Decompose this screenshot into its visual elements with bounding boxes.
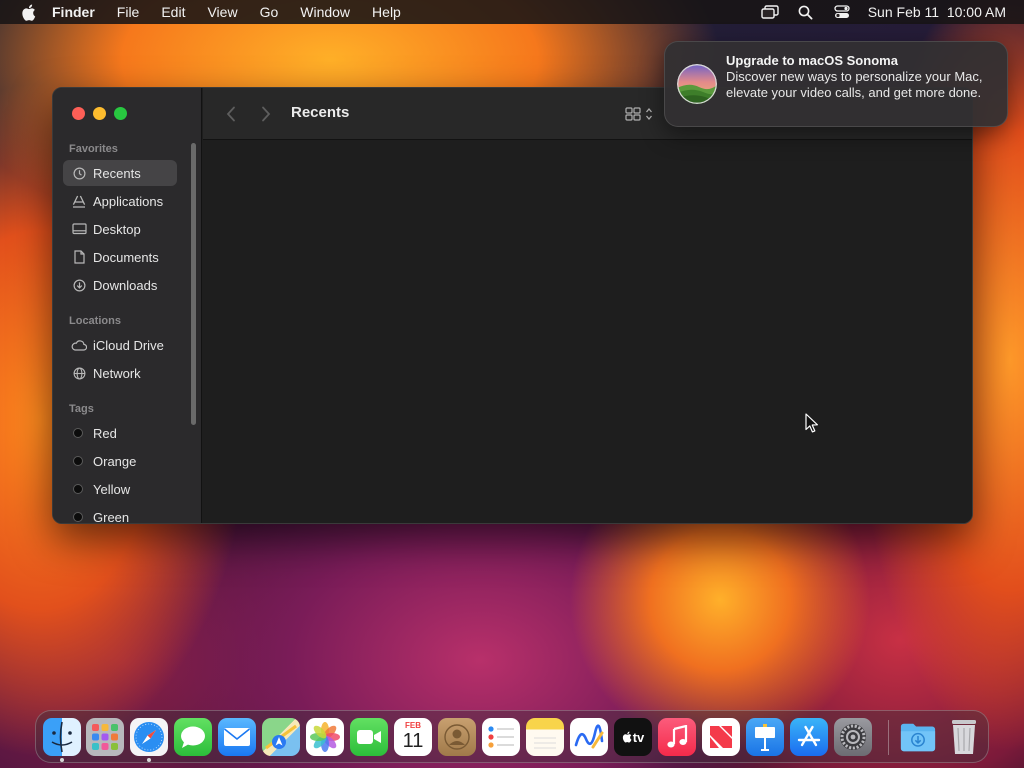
desktop-icon [71, 221, 87, 237]
back-button[interactable] [221, 104, 241, 124]
tag-dot-icon [73, 484, 83, 494]
calendar-day: 11 [402, 730, 424, 752]
dock-maps-icon[interactable] [262, 718, 300, 756]
tag-dot-icon [73, 456, 83, 466]
clock-icon [71, 165, 87, 181]
sidebar-item-label: Recents [93, 165, 141, 181]
screen-mirroring-icon[interactable] [760, 4, 780, 20]
finder-window: Favorites Recents Applications Desktop D… [52, 87, 973, 524]
notification-banner[interactable]: Upgrade to macOS Sonoma Discover new way… [664, 41, 1008, 127]
finder-sidebar: Favorites Recents Applications Desktop D… [53, 88, 202, 524]
sidebar-item-tag-orange[interactable]: Orange [63, 448, 177, 474]
status-area: Sun Feb 11 10:00 AM [760, 0, 1006, 24]
sidebar-section-locations: Locations [69, 315, 121, 327]
chevron-updown-icon [646, 107, 652, 121]
window-controls [72, 107, 127, 120]
mouse-pointer-icon [805, 413, 819, 433]
sidebar-item-icloud-drive[interactable]: iCloud Drive [63, 332, 177, 358]
sidebar-item-label: Yellow [93, 481, 131, 497]
dock-freeform-icon[interactable] [570, 718, 608, 756]
document-icon [71, 249, 87, 265]
dock-mail-icon[interactable] [218, 718, 256, 756]
sidebar-item-desktop[interactable]: Desktop [63, 216, 177, 242]
sidebar-item-label: Orange [93, 453, 137, 469]
dock-system-settings-icon[interactable] [834, 718, 872, 756]
sidebar-item-tag-red[interactable]: Red [63, 420, 177, 446]
dock: FEB 11 tv [35, 710, 989, 763]
dock-keynote-icon[interactable] [746, 718, 784, 756]
dock-reminders-icon[interactable] [482, 718, 520, 756]
file-list-area[interactable] [203, 141, 972, 523]
sidebar-item-label: Downloads [93, 277, 158, 293]
notification-body: Discover new ways to personalize your Ma… [726, 69, 983, 100]
menu-window[interactable]: Window [300, 4, 350, 20]
sidebar-section-tags: Tags [69, 403, 94, 415]
apple-menu-icon[interactable] [18, 3, 38, 21]
applications-icon [71, 193, 87, 209]
tag-dot-icon [73, 428, 83, 438]
sidebar-item-label: Desktop [93, 221, 141, 237]
dock-tv-icon[interactable]: tv [614, 718, 652, 756]
spotlight-search-icon[interactable] [796, 4, 816, 20]
calendar-month: FEB [405, 721, 421, 730]
menu-file[interactable]: File [117, 4, 140, 20]
dock-music-icon[interactable] [658, 718, 696, 756]
macos-sonoma-icon [677, 64, 717, 104]
dock-separator [888, 720, 889, 755]
view-options-button[interactable] [625, 104, 661, 124]
zoom-window-button[interactable] [114, 107, 127, 120]
dock-finder-icon[interactable] [43, 718, 81, 756]
globe-icon [71, 365, 87, 381]
dock-launchpad-icon[interactable] [86, 718, 124, 756]
menu-bar-clock[interactable]: Sun Feb 11 10:00 AM [868, 4, 1006, 20]
dock-photos-icon[interactable] [306, 718, 344, 756]
sidebar-item-label: Red [93, 425, 117, 441]
sidebar-item-label: Network [93, 365, 141, 381]
dock-contacts-icon[interactable] [438, 718, 476, 756]
dock-messages-icon[interactable] [174, 718, 212, 756]
grid-view-icon [625, 107, 641, 121]
sidebar-item-downloads[interactable]: Downloads [63, 272, 177, 298]
sidebar-item-label: Green [93, 509, 130, 524]
sidebar-item-tag-green[interactable]: Green [63, 504, 177, 524]
sidebar-item-label: Applications [93, 193, 164, 209]
sidebar-item-recents[interactable]: Recents [63, 160, 177, 186]
dock-facetime-icon[interactable] [350, 718, 388, 756]
dock-safari-icon[interactable] [130, 718, 168, 756]
menu-view[interactable]: View [207, 4, 237, 20]
control-center-icon[interactable] [832, 4, 852, 20]
sidebar-section-favorites: Favorites [69, 143, 118, 155]
menu-app-name[interactable]: Finder [52, 4, 95, 20]
forward-button[interactable] [256, 104, 276, 124]
menu-help[interactable]: Help [372, 4, 401, 20]
cloud-icon [71, 337, 87, 353]
dock-trash-icon[interactable] [945, 718, 983, 756]
menu-edit[interactable]: Edit [161, 4, 185, 20]
sidebar-item-applications[interactable]: Applications [63, 188, 177, 214]
minimize-window-button[interactable] [93, 107, 106, 120]
dock-downloads-folder-icon[interactable] [899, 718, 937, 756]
tag-dot-icon [73, 512, 83, 522]
dock-news-icon[interactable] [702, 718, 740, 756]
menu-bar: Finder File Edit View Go Window Help Sun… [0, 0, 1024, 24]
dock-calendar-icon[interactable]: FEB 11 [394, 718, 432, 756]
sidebar-item-label: Documents [93, 249, 159, 265]
window-title: Recents [291, 104, 350, 121]
sidebar-item-label: iCloud Drive [93, 337, 164, 353]
sidebar-item-documents[interactable]: Documents [63, 244, 177, 270]
sidebar-scrollbar[interactable] [191, 143, 196, 425]
menu-go[interactable]: Go [260, 4, 279, 20]
notification-title: Upgrade to macOS Sonoma [726, 53, 898, 68]
dock-notes-icon[interactable] [526, 718, 564, 756]
sidebar-item-tag-yellow[interactable]: Yellow [63, 476, 177, 502]
tv-label: tv [632, 729, 645, 745]
running-indicator [60, 758, 64, 762]
dock-app-store-icon[interactable] [790, 718, 828, 756]
running-indicator [147, 758, 151, 762]
download-icon [71, 277, 87, 293]
close-window-button[interactable] [72, 107, 85, 120]
sidebar-item-network[interactable]: Network [63, 360, 177, 386]
apple-logo-icon [622, 731, 632, 743]
